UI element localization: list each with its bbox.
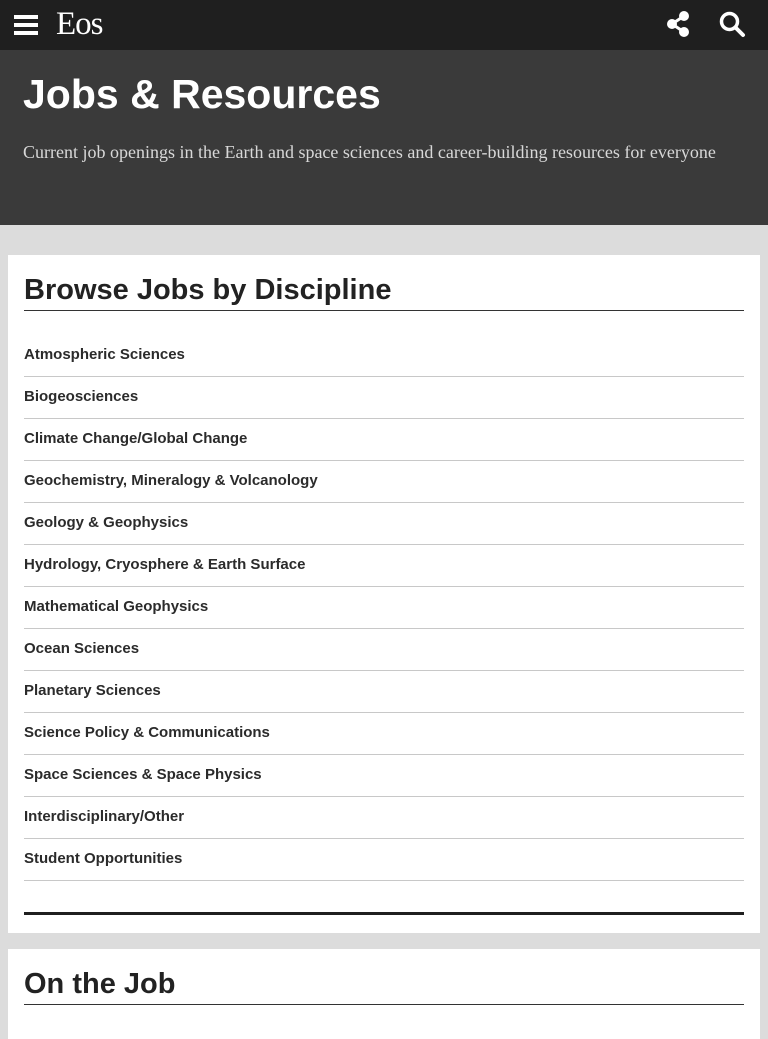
discipline-link[interactable]: Space Sciences & Space Physics <box>24 755 744 785</box>
list-item: Geology & Geophysics <box>24 503 744 545</box>
discipline-list: Atmospheric Sciences Biogeosciences Clim… <box>24 335 744 881</box>
discipline-link[interactable]: Planetary Sciences <box>24 671 744 701</box>
section-divider <box>24 912 744 915</box>
list-item: Planetary Sciences <box>24 671 744 713</box>
list-item: Biogeosciences <box>24 377 744 419</box>
page-hero: Jobs & Resources Current job openings in… <box>0 50 768 225</box>
list-item: Ocean Sciences <box>24 629 744 671</box>
list-item: Interdisciplinary/Other <box>24 797 744 839</box>
discipline-link[interactable]: Ocean Sciences <box>24 629 744 659</box>
discipline-link[interactable]: Atmospheric Sciences <box>24 335 744 365</box>
on-the-job-heading: On the Job <box>24 966 744 1005</box>
discipline-link[interactable]: Geology & Geophysics <box>24 503 744 533</box>
browse-jobs-heading: Browse Jobs by Discipline <box>24 272 744 311</box>
discipline-link[interactable]: Interdisciplinary/Other <box>24 797 744 827</box>
list-item: Hydrology, Cryosphere & Earth Surface <box>24 545 744 587</box>
discipline-link[interactable]: Science Policy & Communications <box>24 713 744 743</box>
list-item: Mathematical Geophysics <box>24 587 744 629</box>
page-subtitle: Current job openings in the Earth and sp… <box>23 142 716 162</box>
discipline-link[interactable]: Student Opportunities <box>24 839 744 869</box>
share-icon[interactable] <box>664 10 692 38</box>
discipline-link[interactable]: Hydrology, Cryosphere & Earth Surface <box>24 545 744 575</box>
list-item: Climate Change/Global Change <box>24 419 744 461</box>
list-item: Atmospheric Sciences <box>24 335 744 377</box>
discipline-link[interactable]: Biogeosciences <box>24 377 744 407</box>
discipline-link[interactable]: Geochemistry, Mineralogy & Volcanology <box>24 461 744 491</box>
list-item: Space Sciences & Space Physics <box>24 755 744 797</box>
eos-logo[interactable]: Eos <box>56 5 103 43</box>
top-navigation-bar: Eos <box>0 0 768 50</box>
hamburger-menu-icon[interactable] <box>12 11 40 39</box>
browse-jobs-card: Browse Jobs by Discipline Atmospheric Sc… <box>8 255 760 933</box>
list-item: Student Opportunities <box>24 839 744 881</box>
search-icon[interactable] <box>718 10 746 38</box>
on-the-job-card: On the Job <box>8 949 760 1039</box>
page-title: Jobs & Resources <box>23 71 381 117</box>
list-item: Geochemistry, Mineralogy & Volcanology <box>24 461 744 503</box>
discipline-link[interactable]: Mathematical Geophysics <box>24 587 744 617</box>
list-item: Science Policy & Communications <box>24 713 744 755</box>
discipline-link[interactable]: Climate Change/Global Change <box>24 419 744 449</box>
